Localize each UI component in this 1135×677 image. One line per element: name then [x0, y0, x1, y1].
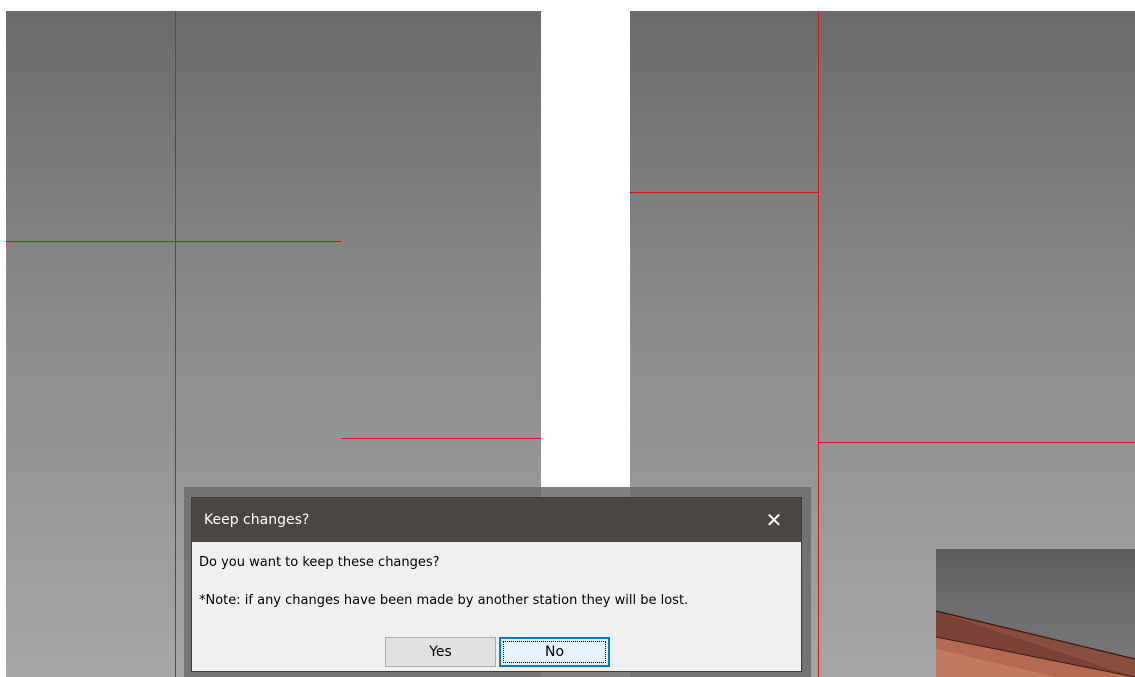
grid-line [630, 192, 819, 193]
grid-line [341, 438, 541, 439]
dialog-body: Do you want to keep these changes? *Note… [192, 542, 801, 610]
dialog-titlebar[interactable]: Keep changes? ✕ [192, 498, 801, 542]
model-3d-preview[interactable] [936, 549, 1135, 677]
yes-button[interactable]: Yes [385, 637, 496, 667]
dialog-message: Do you want to keep these changes? [199, 555, 440, 570]
no-button-label: No [544, 644, 565, 660]
keep-changes-dialog: Keep changes? ✕ Do you want to keep thes… [191, 497, 802, 672]
yes-button-label: Yes [429, 644, 452, 660]
dialog-button-row: Yes No [192, 637, 801, 669]
grid-line [818, 442, 1135, 443]
model-geometry [936, 610, 1135, 677]
dialog-note: *Note: if any changes have been made by … [199, 593, 689, 608]
close-icon[interactable]: ✕ [759, 505, 789, 535]
grid-line [175, 11, 176, 677]
no-button[interactable]: No [499, 637, 610, 667]
dialog-title: Keep changes? [204, 512, 310, 528]
cad-workspace: Keep changes? ✕ Do you want to keep thes… [0, 0, 1135, 677]
grid-line [818, 11, 819, 677]
grid-line [6, 241, 341, 242]
